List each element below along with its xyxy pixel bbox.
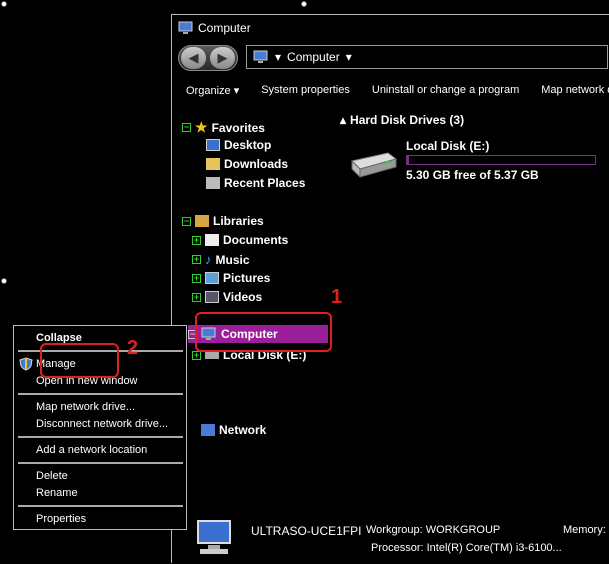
nav-label: Downloads — [224, 157, 289, 171]
nav-item-music[interactable]: + ♪ Music — [192, 252, 250, 267]
workgroup: Workgroup: WORKGROUP — [366, 524, 501, 536]
nav-item-videos[interactable]: + Videos — [192, 290, 262, 304]
star-icon: ★ — [195, 119, 208, 135]
nav-label: Favorites — [211, 120, 265, 135]
drive-icon — [205, 351, 219, 359]
drive-usage-bar — [406, 155, 596, 165]
expand-icon[interactable]: + — [192, 235, 201, 245]
nav-label: Network — [219, 423, 267, 437]
nav-item-favorites[interactable]: − ★ Favorites — [182, 119, 265, 136]
details-pane: ULTRASO-UCE1FPI Workgroup: WORKGROUP Mem… — [172, 515, 609, 564]
drive-item[interactable]: Local Disk (E:) 5.30 GB free of 5.37 GB — [348, 137, 608, 187]
resize-handle[interactable] — [1, 1, 7, 7]
computer-icon — [197, 520, 231, 554]
network-icon — [201, 424, 215, 436]
nav-item-pictures[interactable]: + Pictures — [192, 271, 270, 285]
nav-item-desktop[interactable]: Desktop — [206, 138, 271, 152]
expand-icon[interactable]: + — [192, 292, 201, 302]
nav-label: Documents — [223, 233, 289, 247]
collapse-icon[interactable]: − — [182, 216, 191, 226]
title-bar: Computer — [178, 21, 251, 35]
documents-icon — [205, 234, 219, 246]
shield-icon — [19, 357, 33, 371]
back-button[interactable]: ◀ — [181, 47, 206, 69]
menu-separator — [18, 393, 183, 395]
annotation-number-2: 2 — [127, 337, 139, 359]
menu-item-delete[interactable]: Delete — [36, 470, 68, 482]
expand-icon[interactable]: + — [192, 255, 201, 264]
nav-item-documents[interactable]: + Documents — [192, 233, 288, 247]
callout-box-2 — [40, 343, 119, 378]
forward-button[interactable]: ▶ — [210, 47, 235, 69]
nav-label: Libraries — [213, 214, 264, 228]
annotation-number-1: 1 — [331, 286, 343, 308]
nav-item-libraries[interactable]: − Libraries — [182, 214, 264, 228]
nav-label: Desktop — [224, 138, 272, 152]
menu-item-add-location[interactable]: Add a network location — [36, 444, 147, 456]
recent-places-icon — [206, 177, 220, 189]
address-path[interactable]: Computer — [287, 50, 340, 64]
window-title: Computer — [198, 21, 251, 35]
resize-handle[interactable] — [1, 278, 7, 284]
section-label: Hard Disk Drives (3) — [350, 113, 465, 127]
libraries-icon — [195, 215, 209, 227]
drive-free-space: 5.30 GB free of 5.37 GB — [406, 168, 539, 182]
menu-item-map-drive[interactable]: Map network drive... — [36, 401, 135, 413]
nav-item-recent[interactable]: Recent Places — [206, 176, 305, 190]
resize-handle[interactable] — [301, 1, 307, 7]
nav-label: Music — [215, 252, 250, 267]
address-box[interactable]: ▾ Computer ▾ — [246, 45, 608, 69]
videos-icon — [205, 291, 219, 303]
nav-item-downloads[interactable]: Downloads — [206, 157, 288, 171]
nav-label: Videos — [223, 290, 263, 304]
explorer-window: Computer ◀ ▶ ▾ Computer ▾ Organize ▾ Sys… — [171, 14, 609, 563]
command-bar: Organize ▾ System properties Uninstall o… — [172, 79, 609, 101]
collapse-triangle-icon[interactable]: ▴ — [340, 113, 346, 127]
computer-icon — [253, 50, 268, 63]
pc-name: ULTRASO-UCE1FPI — [251, 524, 362, 538]
chevron-down-icon[interactable]: ▾ — [275, 50, 281, 64]
uninstall-button[interactable]: Uninstall or change a program — [358, 84, 527, 96]
processor: Processor: Intel(R) Core(TM) i3-6100... — [371, 542, 562, 554]
section-header[interactable]: ▴ Hard Disk Drives (3) — [340, 113, 464, 127]
menu-item-rename[interactable]: Rename — [36, 487, 78, 499]
menu-separator — [18, 462, 183, 464]
nav-buttons: ◀ ▶ — [178, 45, 238, 71]
menu-item-disconnect[interactable]: Disconnect network drive... — [36, 418, 168, 430]
system-properties-button[interactable]: System properties — [247, 84, 358, 96]
music-icon: ♪ — [205, 252, 212, 267]
menu-item-properties[interactable]: Properties — [36, 513, 86, 525]
desktop-icon — [206, 139, 220, 151]
drive-name: Local Disk (E:) — [406, 139, 490, 153]
organize-button[interactable]: Organize ▾ — [172, 84, 247, 97]
nav-item-network[interactable]: + Network — [188, 423, 266, 437]
address-bar: ◀ ▶ ▾ Computer ▾ — [174, 43, 609, 73]
menu-separator — [18, 436, 183, 438]
computer-icon — [178, 21, 193, 34]
callout-box-1 — [195, 312, 332, 352]
nav-label: Recent Places — [224, 176, 306, 190]
expand-icon[interactable]: + — [192, 273, 201, 283]
memory: Memory: 8 — [563, 524, 609, 536]
hard-drive-icon — [351, 152, 398, 179]
nav-label: Pictures — [223, 271, 271, 285]
collapse-icon[interactable]: − — [182, 123, 191, 132]
menu-separator — [18, 505, 183, 507]
chevron-down-icon[interactable]: ▾ — [346, 50, 352, 64]
map-drive-button[interactable]: Map network drive — [527, 84, 609, 96]
drive-usage-fill — [407, 156, 409, 164]
pictures-icon — [205, 272, 219, 284]
downloads-icon — [206, 158, 220, 170]
